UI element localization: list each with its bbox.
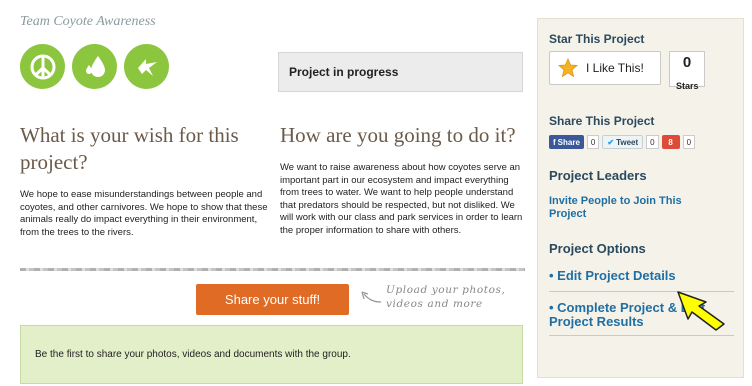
like-label: I Like This! [586, 61, 644, 75]
share-stuff-button[interactable]: Share your stuff! [196, 284, 349, 315]
team-name: Team Coyote Awareness [20, 14, 156, 29]
water-drops-icon [72, 44, 117, 89]
project-status-box: Project in progress [278, 52, 523, 92]
peace-icon [20, 44, 65, 89]
star-icon [558, 58, 578, 78]
pointer-arrow-icon [677, 291, 725, 331]
upload-hint: Upload your photos, videos and more [386, 284, 506, 310]
bird-icon [124, 44, 169, 89]
twitter-tweet-button[interactable]: ✔ Tweet [602, 135, 644, 149]
google-plus-icon: 8 [668, 137, 673, 147]
first-share-notice: Be the first to share your photos, video… [20, 325, 523, 384]
share-project-title: Share This Project [549, 114, 655, 128]
option-divider [549, 335, 734, 336]
like-button[interactable]: I Like This! [549, 51, 661, 85]
how-heading: How are you going to do it? [280, 123, 516, 147]
social-share-bar: f Share 0 ✔ Tweet 0 8 0 [549, 135, 696, 149]
project-leaders-title: Project Leaders [549, 168, 647, 183]
facebook-icon: f [553, 137, 556, 147]
twitter-count: 0 [646, 135, 659, 149]
how-text: We want to raise awareness about how coy… [280, 162, 523, 236]
star-project-title: Star This Project [549, 32, 645, 46]
stars-label: Stars [676, 81, 699, 91]
invite-people-link[interactable]: Invite People to Join This Project [549, 195, 719, 221]
twitter-icon: ✔ [607, 137, 615, 147]
curved-arrow-icon [361, 291, 382, 303]
edit-project-details-link[interactable]: • Edit Project Details [549, 269, 734, 283]
wish-text: We hope to ease misunderstandings betwee… [20, 189, 268, 238]
wish-heading: What is your wish for this project? [20, 123, 239, 174]
facebook-count: 0 [586, 135, 600, 149]
facebook-share-label: Share [557, 137, 580, 147]
badge-row [20, 44, 169, 89]
facebook-share-button[interactable]: f Share [549, 135, 584, 149]
google-plus-button[interactable]: 8 [661, 135, 680, 149]
divider [20, 268, 525, 271]
tweet-label: Tweet [616, 137, 639, 147]
google-plus-count: 0 [682, 135, 696, 149]
project-options-title: Project Options [549, 241, 646, 256]
stars-count: 0 [682, 54, 692, 71]
